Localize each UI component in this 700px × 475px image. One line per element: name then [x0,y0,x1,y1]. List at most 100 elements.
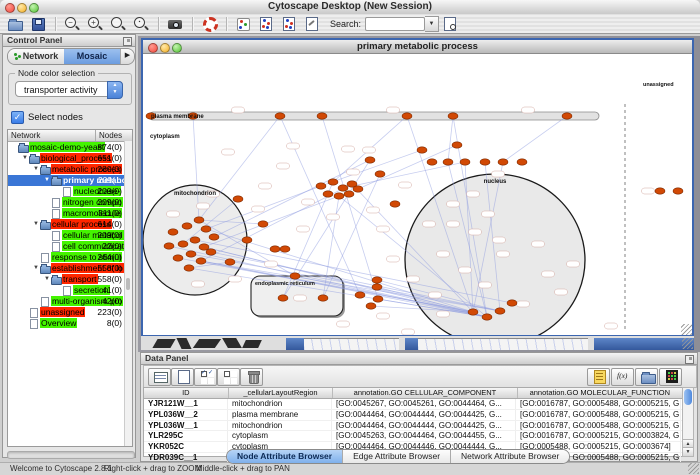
tree-row-nitrogen-compo[interactable]: nitrogen compo209(0) [8,197,132,208]
zoom-window-button[interactable] [29,3,39,13]
graph-node[interactable] [194,217,204,223]
tab-edge-attribute-browser[interactable]: Edge Attribute Browser [343,450,451,463]
vizmapper-icon[interactable] [235,16,252,31]
graph-node[interactable] [201,226,211,232]
delete-attribute-button[interactable] [240,368,263,386]
graph-node[interactable] [323,191,333,197]
tree-row-nucleobase-[interactable]: nucleobase-209(0) [8,186,132,197]
graph-node[interactable] [173,255,183,261]
search-index-icon[interactable] [442,16,459,31]
graph-node[interactable] [390,201,400,207]
graph-node[interactable] [334,193,344,199]
zoom-out-icon[interactable] [64,16,81,31]
tree-row-response-to-stimul[interactable]: response to stimul264(0) [8,252,132,263]
save-icon[interactable] [30,16,47,31]
show-table-button[interactable] [148,368,171,386]
graph-node[interactable] [562,113,572,119]
select-attributes-button[interactable] [194,368,217,386]
network-overlay-a-icon[interactable] [258,16,275,31]
zoom-selected-icon[interactable] [133,16,150,31]
graph-node[interactable] [375,171,385,177]
table-row[interactable]: YLR295Ccytoplasm[GO:0045263, GO:0044464,… [144,431,683,442]
expander-icon[interactable]: ▼ [43,274,51,285]
column-header-1[interactable]: _cellularLayoutRegion [229,388,334,398]
expander-icon[interactable]: ▼ [32,263,40,274]
tab-node-attribute-browser[interactable]: Node Attribute Browser [227,450,343,463]
graph-node[interactable] [452,142,462,148]
scroll-down-arrow[interactable]: ▼ [683,447,693,456]
graph-node[interactable] [328,179,338,185]
zoom-in-icon[interactable] [87,16,104,31]
graph-node[interactable] [655,188,665,194]
graph-node[interactable] [209,234,219,240]
graph-node[interactable] [372,284,382,290]
minimize-network-window-button[interactable] [160,43,170,53]
graph-node[interactable] [206,249,216,255]
app-resize-grip[interactable] [688,463,699,474]
tree-row-multi-organism-pro[interactable]: multi-organism pro42(0) [8,296,132,307]
select-nodes-checkbox[interactable]: ✓ [11,111,24,124]
graph-node[interactable] [443,159,453,165]
graph-node[interactable] [482,314,492,320]
network-overlay-b-icon[interactable] [281,16,298,31]
column-header-3[interactable]: annotation.GO MOLECULAR_FUNCTION [518,388,683,398]
graph-node[interactable] [168,229,178,235]
graph-node[interactable] [460,159,470,165]
snapshot-icon[interactable] [167,16,184,31]
graph-node[interactable] [495,308,505,314]
tab-overflow-arrow[interactable]: ▶ [120,49,134,64]
close-window-button[interactable] [5,3,15,13]
graph-node[interactable] [366,303,376,309]
graph-node[interactable] [233,196,243,202]
graph-node[interactable] [318,295,328,301]
tab-network[interactable]: Network [8,49,64,64]
tree-row-macromolecule[interactable]: macromolecule311(0) [8,208,132,219]
tree-row-secretion[interactable]: secretion41(0) [8,285,132,296]
tab-mosaic[interactable]: Mosaic [64,49,120,64]
tree-row-cellular-process[interactable]: ▼cellular process614(0) [8,219,132,230]
tree-row-primary-metabo[interactable]: ▼primary metabo209(... [8,175,132,186]
import-attributes-button[interactable] [635,368,658,386]
graph-node[interactable] [468,309,478,315]
graph-node[interactable] [178,241,188,247]
close-network-window-button[interactable] [148,43,158,53]
tab-network-attribute-browser[interactable]: Network Attribute Browser [451,450,569,463]
column-header-0[interactable]: ID [144,388,229,398]
minimize-window-button[interactable] [17,3,27,13]
graph-node[interactable] [182,223,192,229]
graph-node[interactable] [448,113,458,119]
column-header-2[interactable]: annotation.GO CELLULAR_COMPONENT [333,388,517,398]
graph-node[interactable] [186,251,196,257]
window-resize-grip[interactable] [682,338,693,349]
help-ring-icon[interactable] [201,16,218,31]
zoom-network-window-button[interactable] [172,43,182,53]
open-file-icon[interactable] [7,16,24,31]
table-scrollbar[interactable]: ▲ ▼ [682,387,694,457]
graph-node[interactable] [353,186,363,192]
graph-node[interactable] [417,147,427,153]
graph-node[interactable] [278,295,288,301]
graph-node[interactable] [196,258,206,264]
graph-node[interactable] [480,159,490,165]
graph-node[interactable] [317,113,327,119]
graph-node[interactable] [242,237,252,243]
scrollbar-thumb[interactable] [684,389,692,405]
graph-node[interactable] [355,292,365,298]
graph-node[interactable] [225,259,235,265]
tree-scrollbar[interactable] [124,141,132,446]
graph-node[interactable] [270,246,280,252]
graph-node[interactable] [373,296,383,302]
expander-icon[interactable]: ▼ [32,219,40,230]
float-panel-icon[interactable] [123,37,132,46]
expander-icon[interactable]: ▼ [21,153,29,164]
table-row[interactable]: YPL036W__2plasma membrane[GO:0044464, GO… [144,410,683,421]
graph-node[interactable] [316,183,326,189]
search-input[interactable] [365,17,425,31]
graph-node[interactable] [372,277,382,283]
graph-node[interactable] [184,265,194,271]
tree-row-unassigned[interactable]: unassigned223(0) [8,307,132,318]
graph-node[interactable] [517,159,527,165]
graph-node[interactable] [427,159,437,165]
formula-builder-button[interactable] [611,368,634,386]
tree-row-transport[interactable]: ▼transport558(0) [8,274,132,285]
